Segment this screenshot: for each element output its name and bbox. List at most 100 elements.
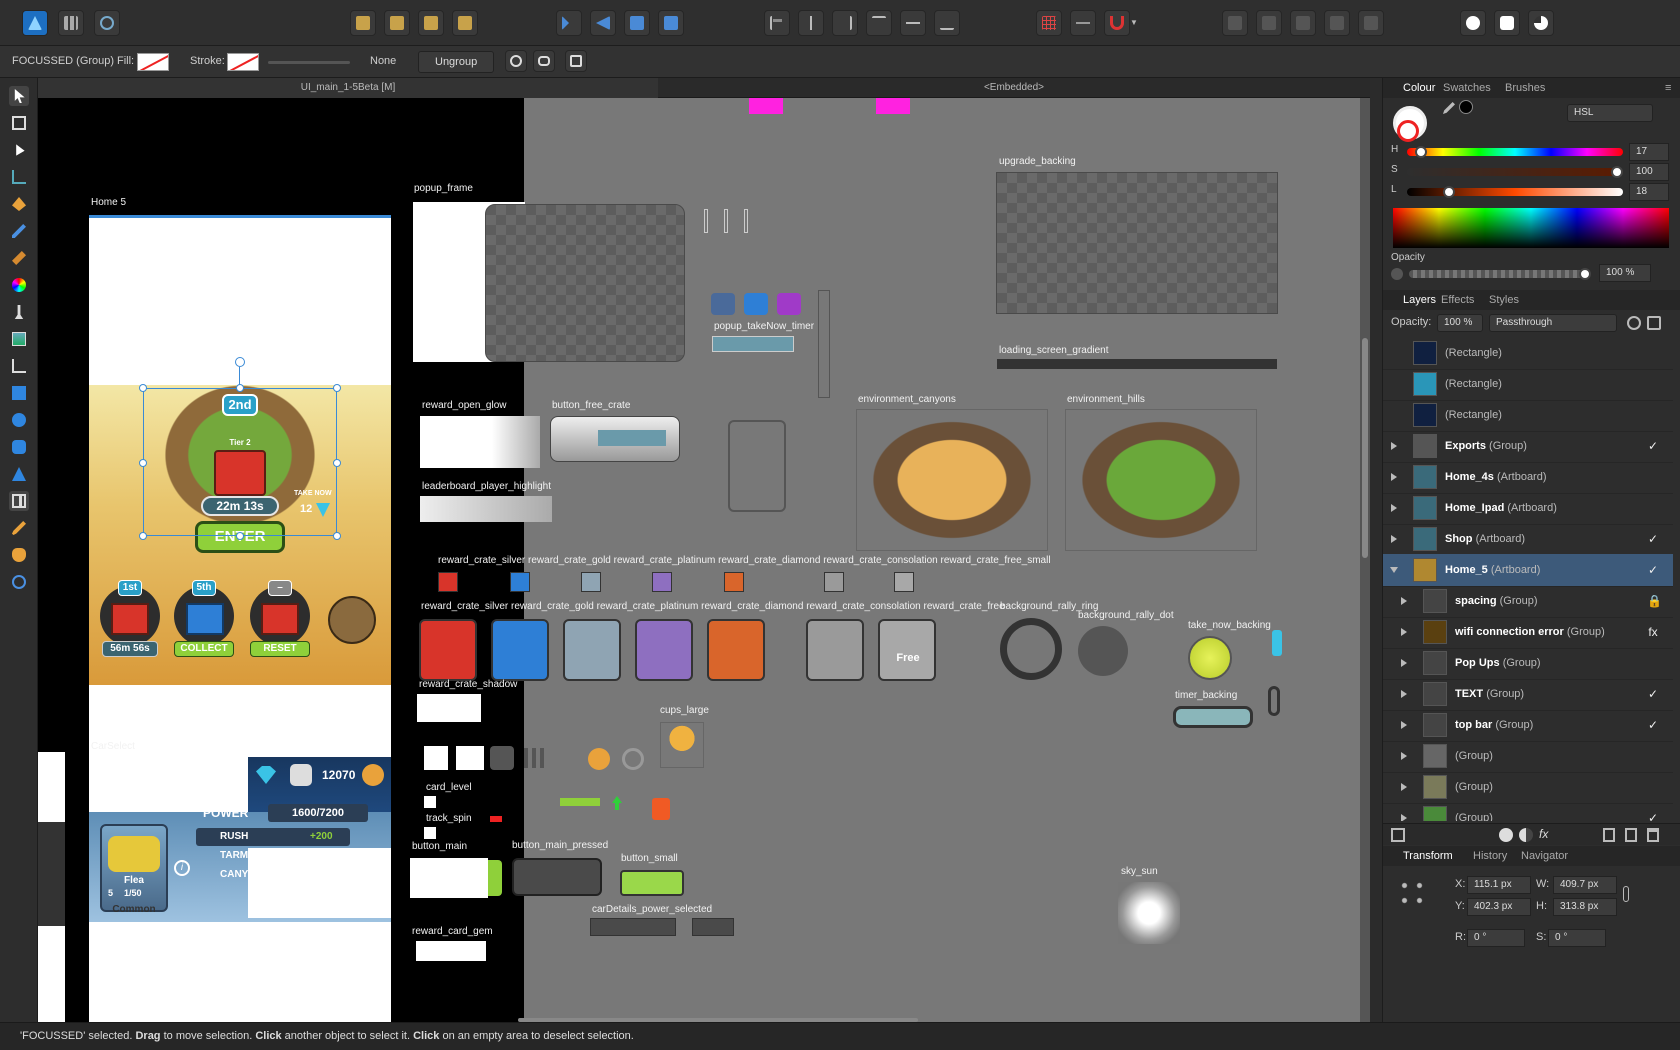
add-gems-button[interactable] [290,764,312,786]
tab-colour[interactable]: Colour [1403,78,1435,98]
layer-visibility-checkbox[interactable]: ✓ [1647,812,1659,821]
expand-chevron-icon[interactable] [1401,628,1407,636]
pen-tool-icon[interactable] [9,194,29,214]
layer-visibility-checkbox[interactable]: ✓ [1647,719,1659,731]
stroke-colour-well[interactable] [1397,120,1419,142]
move-backward-icon[interactable] [384,10,410,36]
crop-tool-icon[interactable] [9,356,29,376]
tab-transform[interactable]: Transform [1403,846,1453,866]
selection-handle[interactable] [333,384,341,392]
expand-chevron-icon[interactable] [1391,535,1397,543]
align-right-icon[interactable] [832,10,858,36]
designer-persona-icon[interactable] [22,10,48,36]
layer-visibility-checkbox[interactable]: ✓ [1647,440,1659,452]
hue-thumb[interactable] [1415,146,1427,158]
insert-top-icon[interactable] [1528,10,1554,36]
layer-row[interactable]: top bar (Group) ✓ [1383,709,1673,742]
pencil-tool-icon[interactable] [9,221,29,241]
snapping-magnet-icon[interactable] [1104,10,1130,36]
hand-tool-icon[interactable] [9,545,29,565]
layer-row[interactable]: Shop (Artboard) ✓ [1383,523,1673,556]
layer-row[interactable]: Home_4s (Artboard) [1383,461,1673,494]
layer-row[interactable]: wifi connection error (Group) fx [1383,616,1673,649]
tab-layers[interactable]: Layers [1403,290,1436,310]
layer-row[interactable]: (Rectangle) [1383,337,1673,370]
layers-options-icon[interactable] [1391,828,1405,842]
layer-visibility-checkbox[interactable] [1647,781,1659,793]
fill-swatch[interactable] [137,53,169,71]
selection-handle[interactable] [236,532,244,540]
rotation-field[interactable]: 0 ° [1467,929,1525,947]
layer-row[interactable]: Pop Ups (Group) [1383,647,1673,680]
button-small-asset[interactable] [620,870,684,896]
align-middle-icon[interactable] [900,10,926,36]
popup-frame-asset[interactable] [485,204,685,362]
move-front-icon[interactable] [452,10,478,36]
expand-chevron-icon[interactable] [1401,597,1407,605]
transform-origin-icon[interactable] [505,50,527,72]
text-tool-icon[interactable] [9,491,29,511]
expand-chevron-icon[interactable] [1401,752,1407,760]
rounded-rectangle-icon[interactable] [9,437,29,457]
canvas[interactable]: Home 5 2nd Tier 2 22m 13s TAKE NOW 12 EN… [38,98,1370,1022]
tab-swatches[interactable]: Swatches [1443,78,1491,98]
grid-icon[interactable] [1036,10,1062,36]
tab-history[interactable]: History [1473,846,1507,866]
opacity-slider[interactable] [1409,268,1591,280]
opacity-value[interactable]: 100 % [1599,264,1651,282]
hue-value[interactable]: 17 [1629,143,1669,161]
saturation-thumb[interactable] [1611,166,1623,178]
x-field[interactable]: 115.1 px [1467,876,1531,894]
selection-handle[interactable] [236,384,244,392]
move-tool-icon[interactable] [9,86,29,106]
selection-handle[interactable] [139,532,147,540]
point-transform-icon[interactable] [9,167,29,187]
align-bottom-icon[interactable] [934,10,960,36]
lock-icon[interactable] [1647,316,1661,330]
rally-dot-asset[interactable] [1078,626,1128,676]
w-field[interactable]: 409.7 px [1553,876,1617,894]
selection-handle[interactable] [139,459,147,467]
opacity-thumb[interactable] [1579,268,1591,280]
insert-behind-icon[interactable] [1494,10,1520,36]
layer-visibility-checkbox[interactable]: 🔒 [1647,595,1662,607]
layer-row[interactable]: Exports (Group) ✓ [1383,430,1673,463]
cups-large-asset[interactable] [660,722,704,768]
layer-row[interactable]: spacing (Group) 🔒 [1383,585,1673,618]
delete-layer-icon[interactable] [1647,828,1659,842]
layer-visibility-checkbox[interactable]: ✓ [1647,533,1659,545]
snapping-dropdown-icon[interactable]: ▼ [1130,18,1138,27]
fx-icon[interactable]: fx [1539,827,1548,841]
align-center-icon[interactable] [798,10,824,36]
expand-chevron-icon[interactable] [1401,659,1407,667]
layer-row[interactable]: (Rectangle) [1383,399,1673,432]
flip-vertical-icon[interactable] [590,10,616,36]
info-icon[interactable]: i [174,860,190,876]
tab-embedded[interactable]: <Embedded> [658,78,1370,98]
node-tool-icon[interactable] [9,140,29,160]
divide-icon[interactable] [1358,10,1384,36]
rotate-left-icon[interactable] [624,10,650,36]
loading-gradient-asset[interactable] [997,359,1277,369]
expand-chevron-icon[interactable] [1401,814,1407,821]
stroke-swatch[interactable] [227,53,259,71]
colour-picker-wheel-icon[interactable] [9,275,29,295]
crate-silver[interactable] [419,619,477,681]
pixel-persona-icon[interactable] [58,10,84,36]
subtract-icon[interactable] [1256,10,1282,36]
expand-chevron-icon[interactable] [1401,690,1407,698]
collect-button[interactable]: COLLECT [174,641,234,657]
layer-visibility-checkbox[interactable] [1647,378,1659,390]
intersect-icon[interactable] [1290,10,1316,36]
blend-mode-dropdown[interactable]: Passthrough [1489,314,1617,332]
hide-selection-icon[interactable] [533,50,555,72]
snap-options-icon[interactable] [1070,10,1096,36]
anchor-selector[interactable] [1397,878,1427,908]
layer-visibility-checkbox[interactable] [1647,471,1659,483]
selection-handle[interactable] [333,532,341,540]
lightness-slider[interactable] [1407,186,1623,198]
env-hills-asset[interactable] [1065,409,1257,551]
reset-button[interactable]: RESET [250,641,310,657]
crate-platinum[interactable] [563,619,621,681]
eyedropper-icon[interactable] [9,518,29,538]
